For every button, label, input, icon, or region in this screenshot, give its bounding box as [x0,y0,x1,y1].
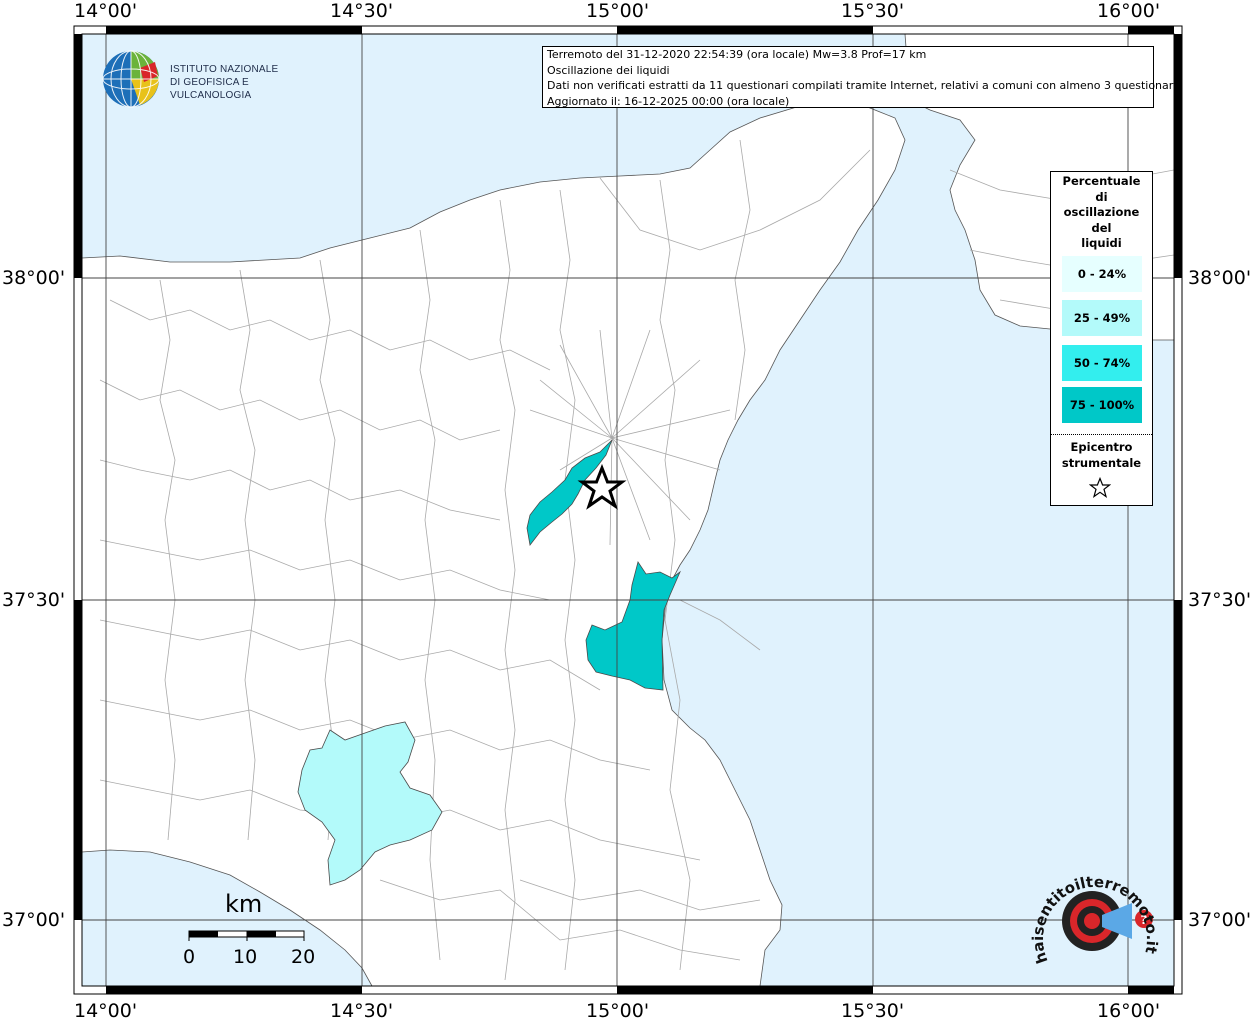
lon-label-top-3: 15°30' [841,0,905,22]
lon-label-bottom-4: 16°00' [1097,1000,1161,1022]
legend-title-line: oscillazione [1063,205,1140,219]
event-subtitle: Oscillazione dei liquidi [547,63,670,77]
scale-tick-20: 20 [291,946,316,968]
ingv-globe-icon [102,50,160,108]
scale-unit: km [225,890,263,918]
legend-separator [1051,434,1152,435]
event-updated: Aggiornato il: 16-12-2025 00:00 (ora loc… [547,94,790,108]
legend-title: Percentuale di oscillazione del liquidi [1051,174,1152,252]
lat-label-left-0: 38°00' [2,267,66,289]
lon-label-bottom-1: 14°30' [330,1000,394,1022]
ingv-logo: ISTITUTO NAZIONALE DI GEOFISICA E VULCAN… [100,48,315,110]
scale-bar: km 0 10 20 [180,890,330,980]
lon-label-top-2: 15°00' [586,0,650,22]
institution-line-1: ISTITUTO NAZIONALE [170,64,279,75]
event-note: Dati non verificati estratti da 11 quest… [547,79,1180,92]
lon-label-top-4: 16°00' [1097,0,1161,22]
legend-title-line: liquidi [1081,236,1122,250]
scale-tick-10: 10 [233,946,258,968]
legend-epicenter-line: Epicentro [1070,440,1133,454]
institution-line-2: DI GEOFISICA E VULCANOLOGIA [170,77,252,101]
lon-label-bottom-3: 15°30' [841,1000,905,1022]
legend-title-line: del [1091,220,1112,235]
legend: Percentuale di oscillazione del liquidi … [1050,171,1153,506]
lon-label-bottom-0: 14°00' [74,1000,138,1022]
scale-tick-0: 0 [183,946,196,968]
legend-title-line: di [1095,189,1108,204]
lon-label-top-0: 14°00' [74,0,138,22]
legend-star-icon [1089,477,1111,498]
legend-epicenter-line: strumentale [1061,456,1142,470]
haisentito-logo: ? haisentitoilterremoto.it [1030,873,1160,966]
lon-label-bottom-2: 15°00' [586,1000,650,1022]
event-title: Terremoto del 31-12-2020 22:54:39 (ora l… [547,48,927,61]
scale-bar-graphic [188,930,305,941]
legend-class-25-49: 25 - 49% [1062,300,1142,336]
lat-label-left-1: 37°30' [2,589,66,611]
legend-class-50-74: 50 - 74% [1062,345,1142,381]
lat-label-right-0: 38°00' [1188,267,1252,289]
legend-epicenter-label: Epicentro strumentale [1051,439,1152,471]
lat-label-right-1: 37°30' [1188,589,1252,611]
event-info-box: Terremoto del 31-12-2020 22:54:39 (ora l… [542,46,1180,108]
lat-label-left-2: 37°00' [2,909,66,931]
lat-label-right-2: 37°00' [1188,909,1252,931]
lon-label-top-1: 14°30' [330,0,394,22]
legend-class-0-24: 0 - 24% [1062,256,1142,292]
legend-title-line: Percentuale [1062,174,1141,188]
legend-class-75-100: 75 - 100% [1062,387,1142,423]
